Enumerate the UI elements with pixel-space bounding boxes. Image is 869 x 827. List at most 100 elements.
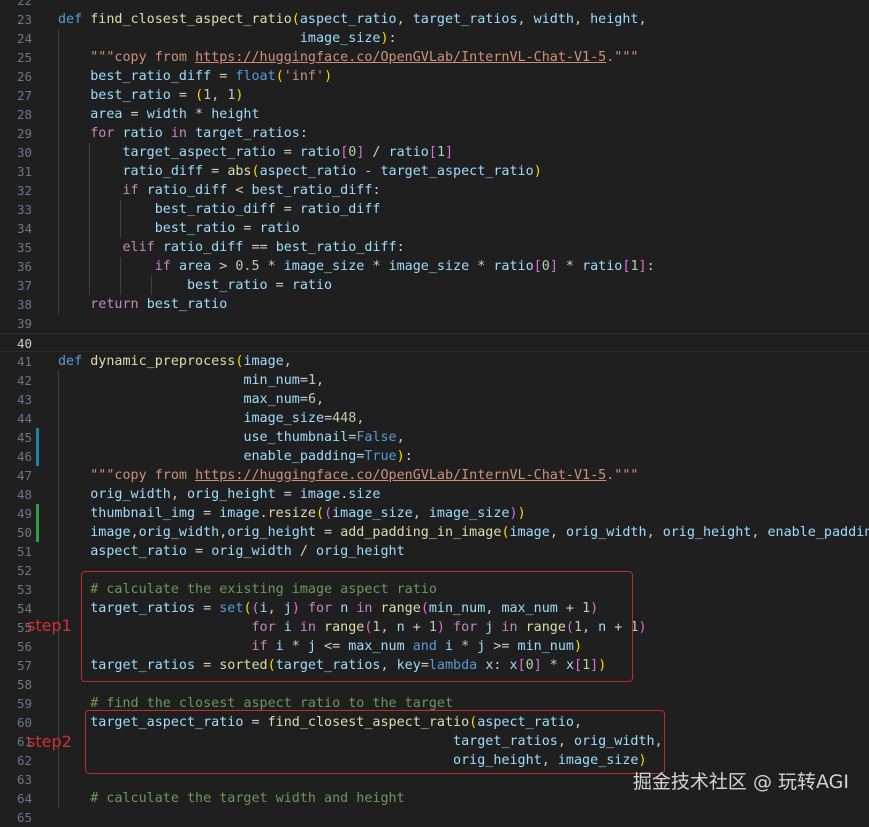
code-token: 448: [332, 411, 356, 426]
code-line[interactable]: 45 use_thumbnail=False,: [0, 428, 869, 447]
code-line[interactable]: 29 for ratio in target_ratios:: [0, 124, 869, 143]
code-line[interactable]: 38 return best_ratio: [0, 295, 869, 314]
code-token: image_size: [332, 506, 413, 521]
code-token: =: [300, 373, 308, 388]
code-line[interactable]: 28 area = width * height: [0, 105, 869, 124]
code-token: image_size: [284, 259, 365, 274]
code-line[interactable]: 32 if ratio_diff < best_ratio_diff:: [0, 181, 869, 200]
code-token: [58, 430, 243, 445]
code-line[interactable]: 43 max_num=6,: [0, 390, 869, 409]
code-token: *: [187, 107, 211, 122]
code-text: image_size=448,: [58, 409, 364, 428]
code-token: :: [397, 240, 405, 255]
code-token: enable_padding: [768, 525, 869, 540]
line-number: 37: [0, 276, 32, 295]
code-line[interactable]: 48 orig_width, orig_height = image.size: [0, 485, 869, 504]
code-token: best_ratio: [90, 88, 171, 103]
code-token: target_aspect_ratio: [381, 164, 534, 179]
code-token: [58, 50, 90, 65]
code-line[interactable]: 35 elif ratio_diff == best_ratio_diff:: [0, 238, 869, 257]
code-line[interactable]: 46 enable_padding=True):: [0, 447, 869, 466]
code-token: [58, 240, 123, 255]
code-line[interactable]: 50 image,orig_width,orig_height = add_pa…: [0, 523, 869, 542]
code-line[interactable]: 23def find_closest_aspect_ratio(aspect_r…: [0, 10, 869, 29]
code-line[interactable]: 41def dynamic_preprocess(image,: [0, 352, 869, 371]
code-line[interactable]: 51 aspect_ratio = orig_width / orig_heig…: [0, 542, 869, 561]
code-token: .: [260, 506, 268, 521]
code-token: (: [195, 88, 203, 103]
code-text: ratio_diff = abs(aspect_ratio - target_a…: [58, 162, 542, 181]
code-text: max_num=6,: [58, 390, 324, 409]
code-token: width: [534, 12, 574, 27]
code-line[interactable]: 34 best_ratio = ratio: [0, 219, 869, 238]
code-line[interactable]: 36 if area > 0.5 * image_size * image_si…: [0, 257, 869, 276]
line-number: 42: [0, 371, 32, 390]
code-token: ratio: [493, 259, 533, 274]
code-line[interactable]: 42 min_num=1,: [0, 371, 869, 390]
code-token: [155, 240, 163, 255]
code-token: def: [58, 12, 82, 27]
code-line[interactable]: 65: [0, 808, 869, 827]
code-line[interactable]: 44 image_size=448,: [0, 409, 869, 428]
code-token: ,: [284, 354, 292, 369]
code-token: ): [324, 69, 332, 84]
code-token: image_size: [300, 31, 381, 46]
code-token: [58, 88, 90, 103]
code-token: aspect_ratio: [90, 544, 187, 559]
code-token: ratio: [300, 145, 340, 160]
code-line[interactable]: 25 """copy from https://huggingface.co/O…: [0, 48, 869, 67]
code-token: [58, 373, 243, 388]
code-token: (: [501, 525, 509, 540]
line-number: 44: [0, 409, 32, 428]
code-line[interactable]: 40: [0, 333, 869, 352]
code-line[interactable]: 26 best_ratio_diff = float('inf'): [0, 67, 869, 86]
indent-guide: [89, 143, 90, 295]
code-text: if area > 0.5 * image_size * image_size …: [58, 257, 655, 276]
code-token: >: [211, 259, 235, 274]
code-line[interactable]: 30 target_aspect_ratio = ratio[0] / rati…: [0, 143, 869, 162]
code-editor[interactable]: 2223def find_closest_aspect_ratio(aspect…: [0, 0, 869, 814]
step2-highlight-box: [85, 710, 665, 774]
code-line[interactable]: 49 thumbnail_img = image.resize((image_s…: [0, 504, 869, 523]
code-token: best_ratio: [187, 278, 268, 293]
code-token: target_ratios: [195, 126, 300, 141]
line-number: 60: [0, 713, 32, 732]
line-number: 24: [0, 29, 32, 48]
code-token: :: [372, 183, 380, 198]
code-line[interactable]: 24 image_size):: [0, 29, 869, 48]
code-line[interactable]: 27 best_ratio = (1, 1): [0, 86, 869, 105]
code-token: add_padding_in_image: [340, 525, 501, 540]
code-token: =: [316, 525, 340, 540]
code-token: (: [324, 506, 332, 521]
code-token: 6: [308, 392, 316, 407]
code-token: find_closest_aspect_ratio: [90, 12, 292, 27]
code-line[interactable]: 22: [0, 0, 869, 10]
code-token: [58, 278, 187, 293]
line-number: 46: [0, 447, 32, 466]
code-token: orig_width: [211, 544, 292, 559]
code-text: best_ratio = ratio: [58, 276, 332, 295]
code-token: =: [211, 69, 235, 84]
code-text: """copy from https://huggingface.co/Open…: [58, 48, 638, 67]
code-token: """copy from: [90, 50, 195, 65]
code-line[interactable]: 47 """copy from https://huggingface.co/O…: [0, 466, 869, 485]
code-token: False: [356, 430, 396, 445]
code-line[interactable]: 31 ratio_diff = abs(aspect_ratio - targe…: [0, 162, 869, 181]
line-number: 32: [0, 181, 32, 200]
code-token: resize: [268, 506, 316, 521]
line-number: 38: [0, 295, 32, 314]
line-number: 39: [0, 314, 32, 333]
code-token: best_ratio_diff: [252, 183, 373, 198]
code-token: [139, 183, 147, 198]
code-line[interactable]: 33 best_ratio_diff = ratio_diff: [0, 200, 869, 219]
code-token: enable_padding: [243, 449, 356, 464]
code-token: [58, 449, 243, 464]
code-token: best_ratio_diff: [276, 240, 397, 255]
code-line[interactable]: 37 best_ratio = ratio: [0, 276, 869, 295]
code-token: *: [558, 259, 582, 274]
code-token: [58, 696, 90, 711]
line-number: 58: [0, 675, 32, 694]
code-line[interactable]: 39: [0, 314, 869, 333]
code-token: https://huggingface.co/OpenGVLab/InternV…: [195, 50, 606, 65]
code-token: ,: [518, 12, 534, 27]
